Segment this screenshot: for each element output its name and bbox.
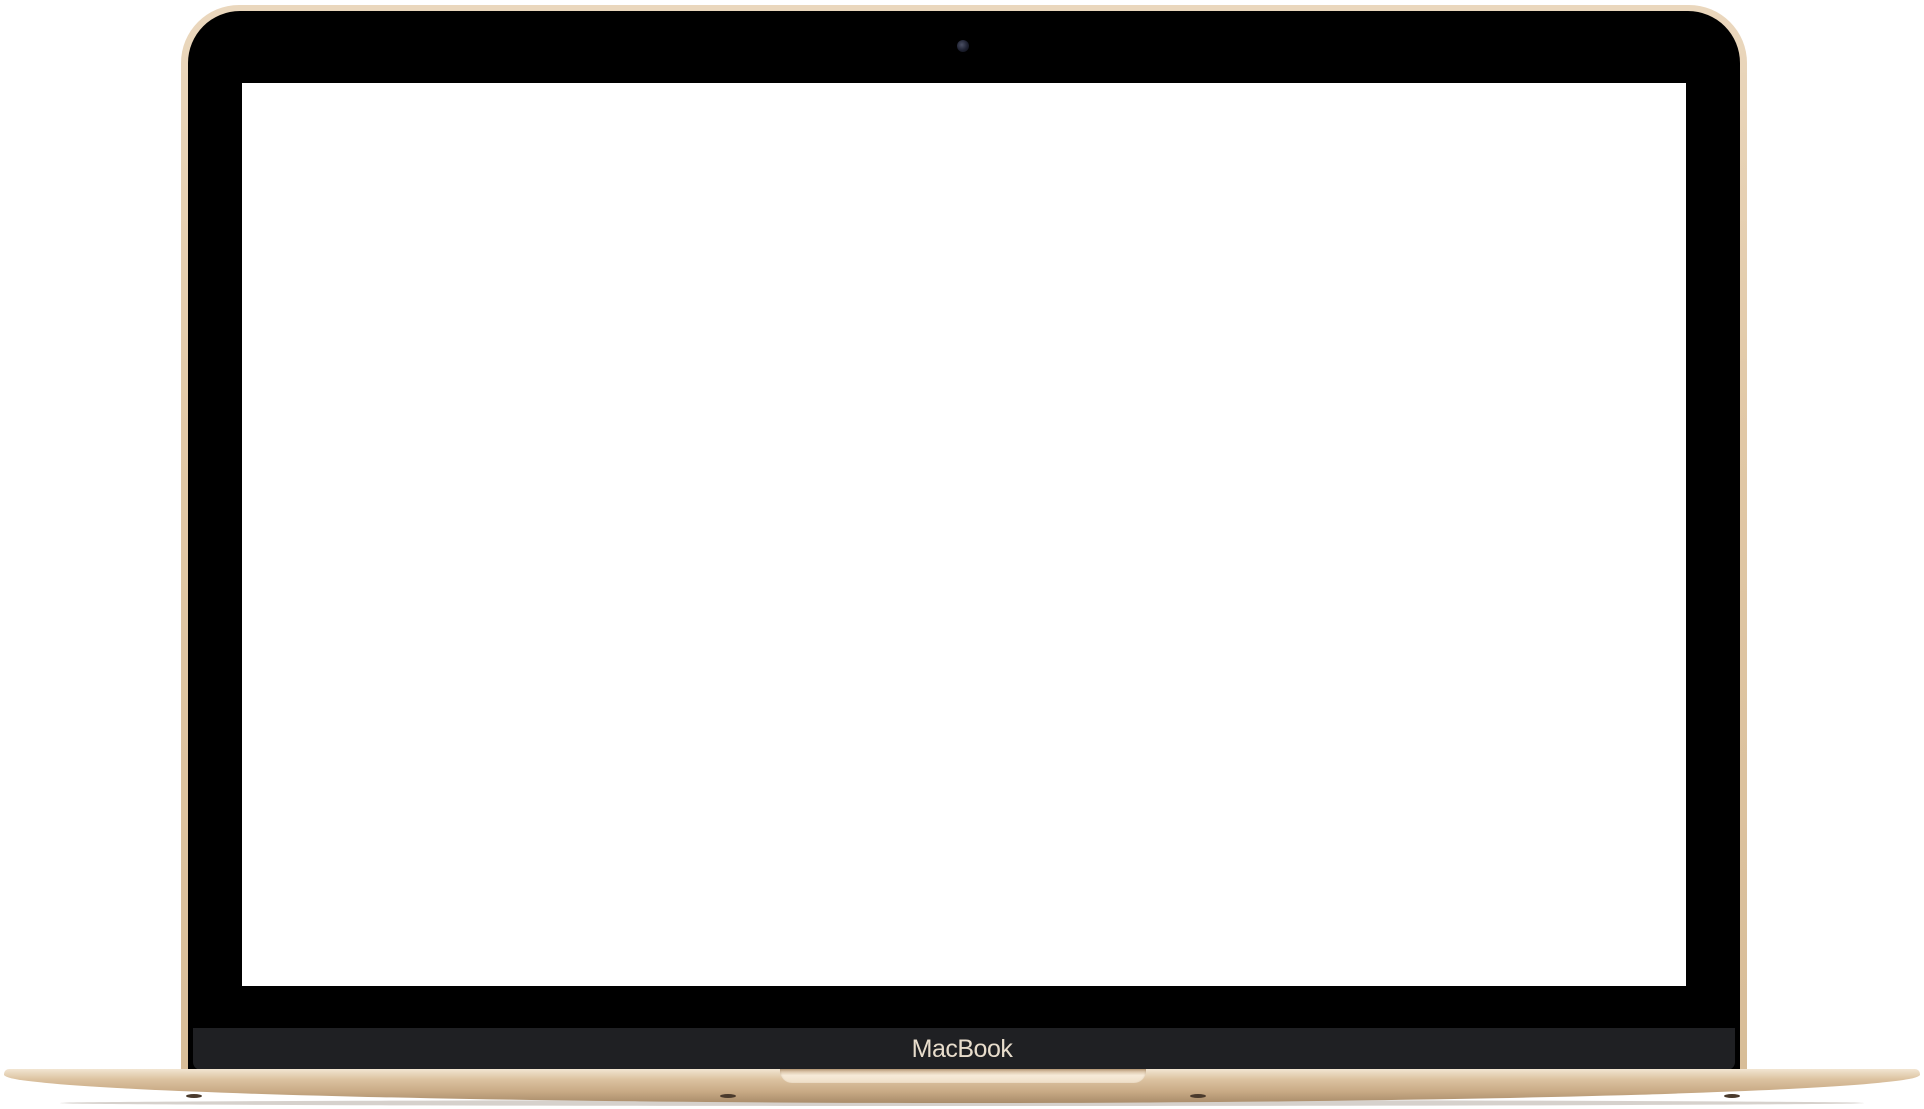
base-foot bbox=[1190, 1094, 1206, 1098]
camera-icon bbox=[957, 40, 969, 52]
base-foot bbox=[186, 1094, 202, 1098]
base-foot bbox=[720, 1094, 736, 1098]
base-foot bbox=[1724, 1094, 1740, 1098]
opening-notch bbox=[780, 1069, 1146, 1083]
brand-label: MacBook bbox=[911, 1035, 1013, 1063]
laptop-screen bbox=[242, 83, 1686, 986]
macbook-mockup: MacBook bbox=[0, 0, 1924, 1109]
